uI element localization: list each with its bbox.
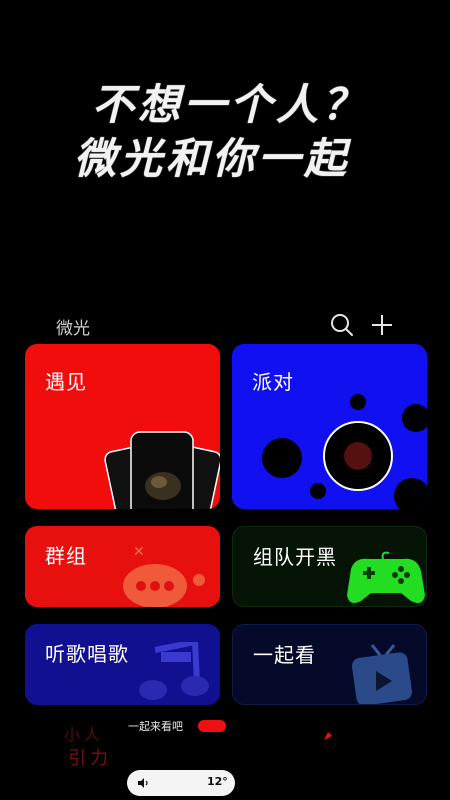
svg-text:✕: ✕: [133, 544, 145, 560]
card-music-label: 听歌唱歌: [45, 642, 129, 666]
temperature-text: 12°: [207, 775, 228, 788]
card-team-label: 组队开黑: [253, 545, 337, 569]
mini-player-text: 一起来看吧: [128, 720, 183, 733]
status-pill: 12°: [127, 770, 235, 796]
phone-cards-illustration: [104, 431, 220, 509]
mini-player-thumbnail: 小 人 引 力: [64, 725, 108, 769]
card-watch[interactable]: 一起看: [232, 624, 427, 705]
svg-text:人: 人: [84, 725, 100, 744]
card-meet[interactable]: 遇见: [25, 344, 220, 509]
mini-player[interactable]: 小 人 引 力 一起来看吧: [0, 712, 450, 772]
mini-player-badge: [198, 720, 226, 732]
gamepad-icon: [347, 551, 425, 603]
hero-title-line-2: 微光和你一起: [74, 134, 351, 183]
play-arrow-icon[interactable]: [322, 730, 334, 742]
svg-text:引: 引: [68, 748, 86, 769]
hero-title-line-1: 不想一个人？: [92, 80, 369, 129]
hero-banner: 不想一个人？ 微光和你一起: [0, 78, 450, 186]
section-title: 微光: [56, 319, 90, 339]
svg-text:力: 力: [90, 748, 108, 769]
card-team[interactable]: 组队开黑: [232, 526, 427, 607]
card-group-label: 群组: [45, 544, 87, 568]
section-header: 微光: [0, 312, 450, 339]
card-music[interactable]: 听歌唱歌: [25, 624, 220, 705]
sound-icon: [138, 778, 148, 788]
card-watch-label: 一起看: [253, 643, 316, 667]
svg-text:小: 小: [64, 725, 80, 744]
card-group[interactable]: 群组 ✕: [25, 526, 220, 607]
music-note-icon: [139, 642, 209, 700]
bubbles-illustration: [262, 394, 427, 509]
card-party[interactable]: 派对: [232, 344, 427, 509]
card-meet-label: 遇见: [45, 370, 87, 394]
plus-icon[interactable]: [369, 312, 395, 338]
search-icon[interactable]: [329, 312, 355, 338]
chat-bubble-icon: ✕: [123, 544, 205, 607]
tv-play-icon: [351, 644, 413, 704]
